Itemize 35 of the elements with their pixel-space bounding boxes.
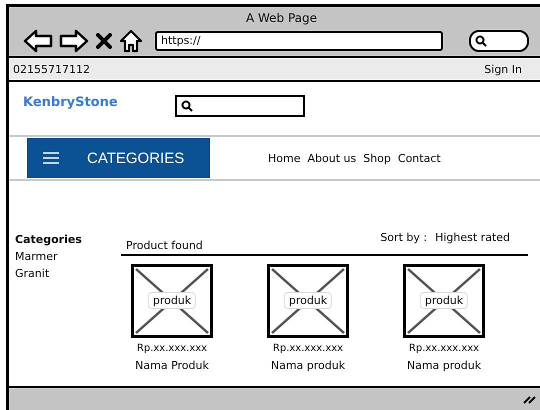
product-price: Rp.xx.xxx.xxx <box>408 343 480 354</box>
nav-link[interactable]: About us <box>307 152 356 164</box>
nav-link[interactable]: Home <box>268 152 300 164</box>
categories-button[interactable]: CATEGORIES <box>27 138 210 178</box>
logo[interactable]: KenbryStone <box>23 94 175 110</box>
sidebar-title: Categories <box>15 232 83 248</box>
product-name[interactable]: Nama produk <box>406 359 482 372</box>
phone-number: 02155717112 <box>13 62 90 76</box>
forward-arrow-icon[interactable] <box>59 29 89 53</box>
results-label: Product found <box>126 239 203 252</box>
image-label: produk <box>148 292 196 309</box>
product-price: Rp.xx.xxx.xxx <box>272 343 344 354</box>
image-label: produk <box>284 292 332 309</box>
nav-link[interactable]: Contact <box>398 152 441 164</box>
category-link[interactable]: Granit <box>15 265 121 282</box>
sort-option[interactable]: Highest rated <box>435 231 510 244</box>
nav-link[interactable]: Shop <box>363 152 391 164</box>
search-field[interactable] <box>469 30 529 52</box>
address-field[interactable]: https:// <box>155 31 443 51</box>
menu-icon <box>43 152 59 164</box>
product-name[interactable]: Nama produk <box>270 359 346 372</box>
search-icon <box>475 35 487 47</box>
product-name[interactable]: Nama Produk <box>135 359 209 372</box>
sign-in-link[interactable]: Sign In <box>484 62 522 76</box>
resize-grip-icon[interactable] <box>522 394 536 404</box>
window-title: A Web Page <box>244 11 318 25</box>
close-icon[interactable] <box>95 32 113 50</box>
category-link[interactable]: Marmer <box>15 248 121 265</box>
home-icon[interactable] <box>119 29 143 53</box>
product-price: Rp.xx.xxx.xxx <box>136 343 208 354</box>
back-arrow-icon[interactable] <box>23 29 53 53</box>
search-field[interactable] <box>175 95 305 117</box>
sort-label: Sort by : <box>380 231 428 244</box>
image-label: produk <box>420 292 468 309</box>
search-icon <box>181 100 193 112</box>
